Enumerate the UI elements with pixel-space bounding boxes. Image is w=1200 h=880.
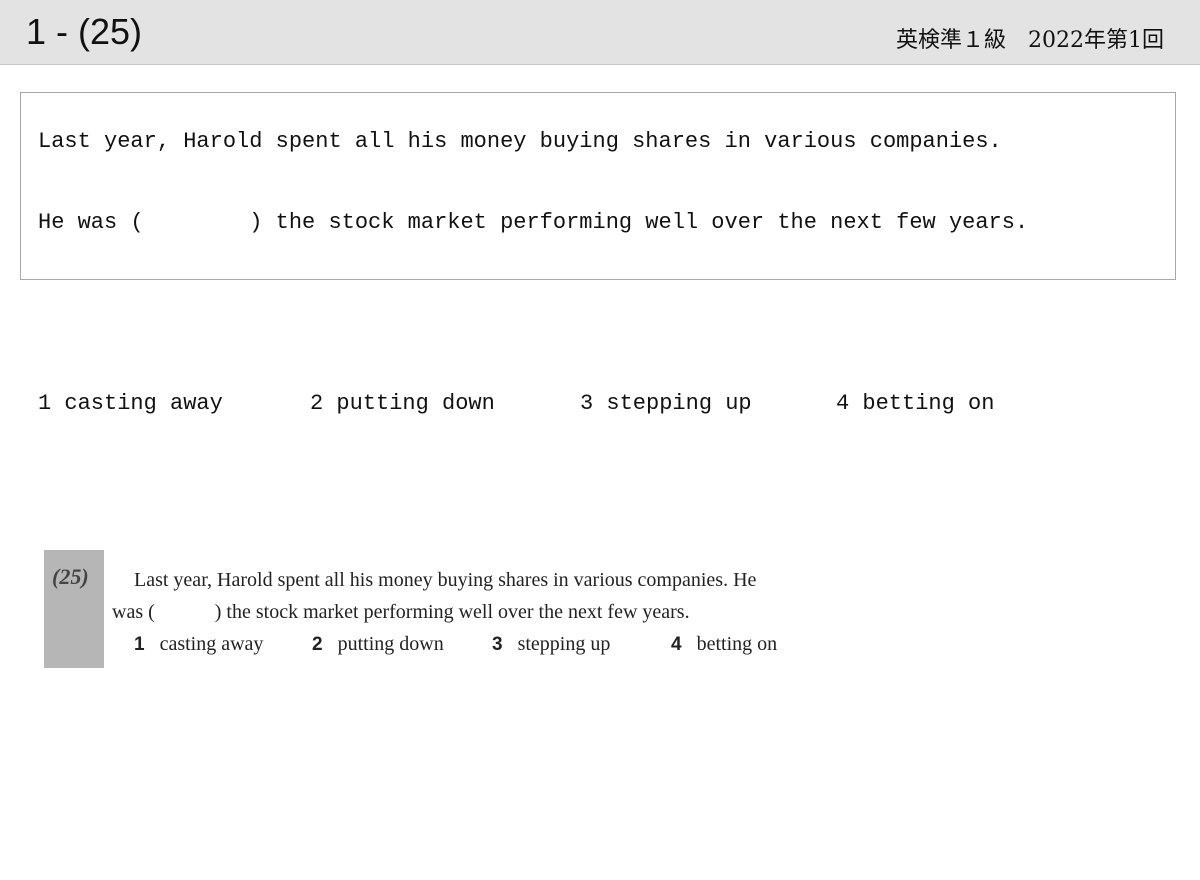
question-line-1: Last year, Harold spent all his money bu…: [38, 129, 1002, 154]
original-option-4-number: 4: [671, 634, 682, 655]
original-option-3-number: 3: [492, 634, 503, 655]
option-2: 2 putting down: [310, 391, 495, 416]
answer-options: 1 casting away 2 putting down 3 stepping…: [38, 389, 994, 539]
option-4: 4 betting on: [836, 391, 995, 416]
original-option-4-text: betting on: [696, 633, 778, 655]
question-line-2: He was ( ) the stock market performing w…: [38, 210, 1029, 235]
original-options: 1 casting away 2 putting down 3 stepping…: [134, 631, 777, 761]
original-option-1-text: casting away: [159, 633, 264, 655]
original-line-1: Last year, Harold spent all his money bu…: [134, 569, 757, 591]
option-3: 3 stepping up: [580, 391, 752, 416]
original-option-1-number: 1: [134, 634, 145, 655]
header-bar: 1 - (25) 英検準１級 2022年第1回: [0, 0, 1200, 65]
option-1: 1 casting away: [38, 391, 223, 416]
original-option-2-number: 2: [312, 634, 323, 655]
question-box: Last year, Harold spent all his money bu…: [20, 92, 1176, 280]
exam-label: 英検準１級 2022年第1回: [896, 28, 1164, 53]
original-option-3-text: stepping up: [517, 633, 611, 655]
original-option-1: 1 casting away: [134, 631, 263, 658]
original-question-number: (25): [52, 564, 89, 589]
question-number-title: 1 - (25): [26, 11, 143, 52]
original-option-3: 3 stepping up: [492, 631, 610, 658]
original-option-2-text: putting down: [337, 633, 444, 655]
original-option-4: 4 betting on: [671, 631, 777, 658]
original-option-2: 2 putting down: [312, 631, 444, 658]
original-line-2: was ( ) the stock market performing well…: [112, 601, 690, 623]
